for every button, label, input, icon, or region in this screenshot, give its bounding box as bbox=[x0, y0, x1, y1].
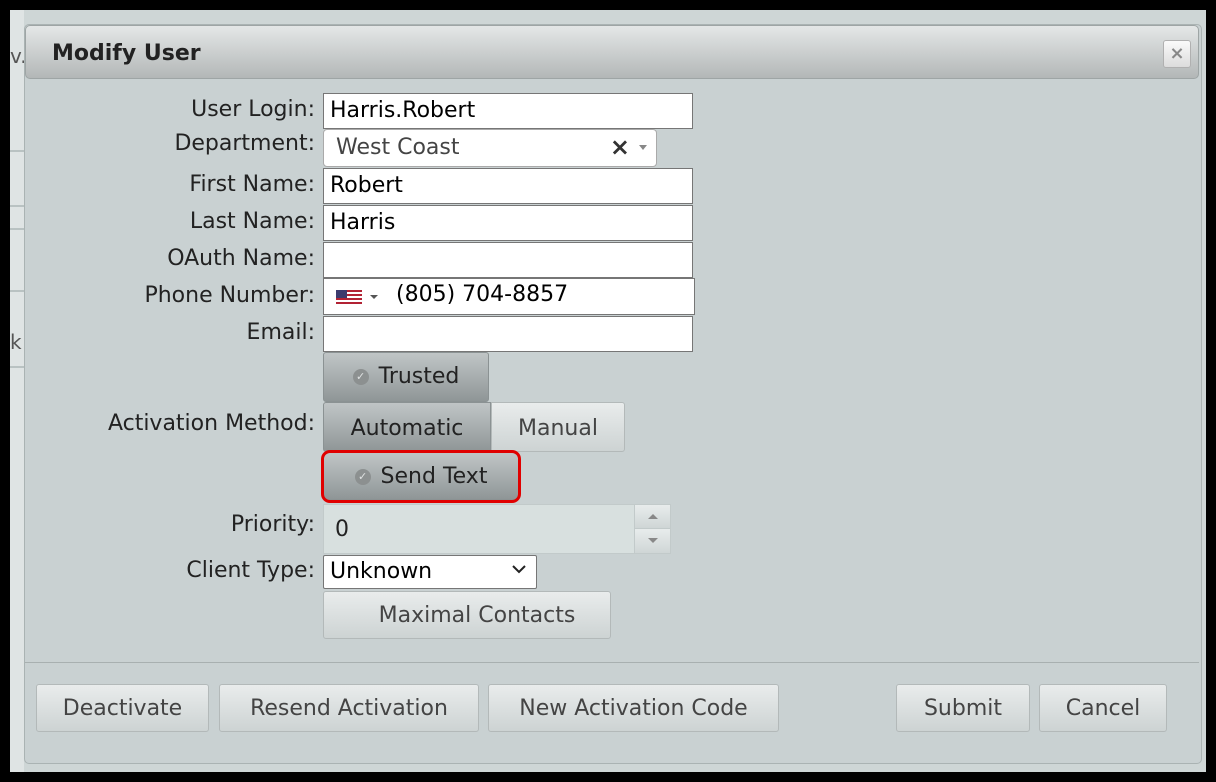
footer-divider bbox=[25, 662, 1199, 663]
background-window-edge: v. k bbox=[10, 10, 27, 772]
first-name-label: First Name: bbox=[189, 172, 315, 197]
maximal-contacts-label: Maximal Contacts bbox=[378, 603, 576, 628]
oauth-name-input[interactable] bbox=[323, 242, 693, 278]
close-icon[interactable]: × bbox=[1163, 40, 1191, 68]
last-name-input[interactable]: Harris bbox=[323, 205, 693, 241]
priority-label: Priority: bbox=[230, 512, 315, 537]
decrement-button[interactable] bbox=[634, 529, 670, 553]
resend-activation-button[interactable]: Resend Activation bbox=[219, 684, 479, 732]
maximal-contacts-button[interactable]: Maximal Contacts bbox=[323, 591, 611, 639]
email-label: Email: bbox=[246, 320, 315, 345]
modify-user-dialog: Modify User × User Login: Harris.Robert … bbox=[24, 24, 1202, 764]
clear-selection-icon[interactable]: × bbox=[610, 133, 630, 161]
user-login-input[interactable]: Harris.Robert bbox=[323, 93, 693, 129]
user-login-label: User Login: bbox=[191, 97, 315, 122]
chevron-down-icon[interactable] bbox=[639, 145, 647, 150]
activation-automatic-button[interactable]: Automatic bbox=[323, 402, 491, 452]
trusted-toggle[interactable]: ✓ Trusted bbox=[323, 352, 489, 402]
client-type-select[interactable]: Unknown bbox=[323, 555, 537, 589]
background-edge-text: k bbox=[10, 330, 22, 354]
cancel-button[interactable]: Cancel bbox=[1039, 684, 1167, 732]
trusted-label: Trusted bbox=[378, 364, 460, 389]
department-selected-value: West Coast bbox=[336, 135, 460, 160]
background-divider bbox=[10, 366, 24, 368]
activation-manual-button[interactable]: Manual bbox=[491, 402, 625, 452]
increment-button[interactable] bbox=[634, 505, 670, 529]
background-divider bbox=[10, 205, 24, 207]
phone-number-label: Phone Number: bbox=[144, 283, 315, 308]
chevron-down-icon bbox=[512, 565, 526, 574]
first-name-input[interactable]: Robert bbox=[323, 168, 693, 204]
client-type-selected-value: Unknown bbox=[330, 559, 433, 584]
last-name-label: Last Name: bbox=[189, 209, 315, 234]
country-dropdown-icon[interactable] bbox=[370, 295, 378, 299]
check-icon: ✓ bbox=[352, 369, 369, 385]
background-divider bbox=[10, 150, 24, 152]
priority-value: 0 bbox=[335, 517, 349, 542]
chevron-up-icon bbox=[648, 514, 658, 519]
phone-number-value: (805) 704-8857 bbox=[396, 282, 569, 307]
priority-spinner[interactable]: 0 bbox=[323, 504, 671, 554]
us-flag-icon[interactable] bbox=[336, 290, 362, 304]
send-text-highlight-box bbox=[321, 450, 521, 503]
activation-method-label: Activation Method: bbox=[107, 411, 315, 436]
department-label: Department: bbox=[174, 131, 315, 156]
background-divider bbox=[10, 290, 24, 292]
dialog-title: Modify User bbox=[52, 41, 201, 66]
oauth-name-label: OAuth Name: bbox=[167, 246, 315, 271]
submit-button[interactable]: Submit bbox=[896, 684, 1030, 732]
background-divider bbox=[10, 228, 24, 230]
chevron-down-icon bbox=[648, 538, 658, 543]
deactivate-button[interactable]: Deactivate bbox=[36, 684, 209, 732]
dialog-title-bar[interactable]: Modify User × bbox=[25, 25, 1199, 79]
new-activation-code-button[interactable]: New Activation Code bbox=[488, 684, 779, 732]
phone-number-input[interactable]: (805) 704-8857 bbox=[323, 278, 695, 315]
department-select[interactable]: West Coast × bbox=[323, 129, 657, 167]
email-input[interactable] bbox=[323, 316, 693, 352]
screen-frame: v. k Modify User × User Login: Harris.Ro… bbox=[10, 10, 1206, 772]
client-type-label: Client Type: bbox=[186, 558, 315, 583]
